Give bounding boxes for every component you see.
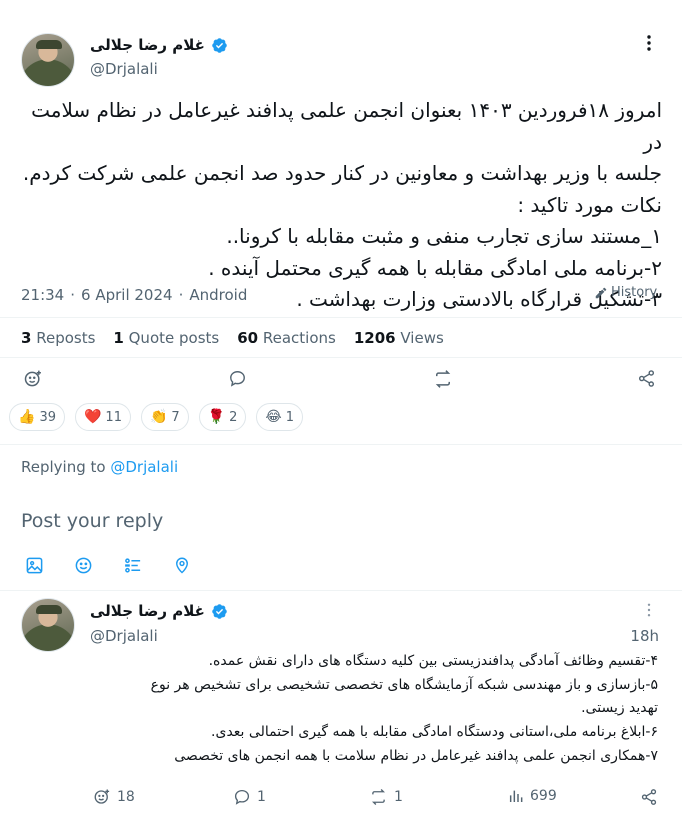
reply-line: ۶-ابلاغ برنامه ملی،استانی ودستگاه امادگی… xyxy=(211,724,658,741)
reply-line: تهدید زیستی. xyxy=(581,700,658,717)
more-options-icon[interactable] xyxy=(641,602,657,618)
rose-emoji: 🌹 xyxy=(207,409,226,425)
views-chart-icon xyxy=(509,790,523,802)
replying-to-label: Replying to xyxy=(21,458,106,476)
quotes-stat[interactable]: 1 Quote posts xyxy=(113,329,219,347)
reply-comment-button[interactable]: 1 xyxy=(233,788,266,806)
reply-line: ۷-همکاری انجمن علمی پدافند غیرعامل در نظ… xyxy=(174,747,658,764)
verified-badge-icon xyxy=(212,37,227,53)
repost-icon xyxy=(371,789,386,805)
reaction-chip-clap[interactable]: 👏 7 xyxy=(140,403,189,431)
tweet-line: ۱_مستند سازی تجارب منفی و مثبت مقابله با… xyxy=(226,224,662,248)
image-icon[interactable] xyxy=(25,556,44,575)
verified-badge-icon xyxy=(212,603,227,619)
emoji-icon[interactable] xyxy=(74,556,93,575)
reaction-count: 2 xyxy=(229,409,238,425)
tweet-stats: 3 Reposts 1 Quote posts 60 Reactions 120… xyxy=(21,329,444,347)
replying-to-handle[interactable]: @Drjalali xyxy=(110,458,178,476)
author-name[interactable]: غلام رضا جلالی xyxy=(90,36,205,54)
views-count: 1206 xyxy=(353,329,396,347)
reposts-count: 3 xyxy=(21,329,32,347)
add-reaction-icon xyxy=(94,789,110,804)
tweet-line: نکات مورد تاکید : xyxy=(517,192,662,217)
author-name-row: غلام رضا جلالی xyxy=(90,602,228,620)
reactions-label: Reactions xyxy=(262,329,336,347)
reply-repost-button[interactable]: 1 xyxy=(369,788,403,806)
tweet-line: جلسه با وزیر بهداشت و معاونین در کنار حد… xyxy=(22,161,662,185)
divider xyxy=(0,590,682,591)
reaction-chip-thumbs-up[interactable]: 👍 39 xyxy=(9,403,65,431)
replying-to: Replying to @Drjalali xyxy=(21,458,178,476)
tweet-client: Android xyxy=(189,286,248,304)
reply-views-count: 699 xyxy=(530,788,557,804)
quotes-count: 1 xyxy=(113,329,124,347)
clap-emoji: 👏 xyxy=(149,409,168,425)
reply-reactions-button[interactable]: 18 xyxy=(93,788,135,806)
reply-line: ۴-تقسیم وظائف آمادگی پدافندزیستی بین کلی… xyxy=(208,653,658,669)
reply-icon[interactable] xyxy=(228,369,247,388)
meta-separator: · xyxy=(178,286,184,304)
views-stat: 1206 Views xyxy=(354,329,444,347)
share-icon[interactable] xyxy=(637,369,656,388)
reaction-count: 11 xyxy=(105,409,122,425)
reactions-stat[interactable]: 60 Reactions xyxy=(237,329,336,347)
reply-reposts-count: 1 xyxy=(394,789,403,805)
more-options-icon[interactable] xyxy=(639,34,659,52)
reactions-count: 60 xyxy=(237,329,259,347)
location-icon[interactable] xyxy=(173,555,191,575)
thumbs-up-emoji: 👍 xyxy=(18,409,36,425)
reposts-label: Reposts xyxy=(36,329,96,347)
meta-separator: · xyxy=(70,286,76,304)
author-name[interactable]: غلام رضا جلالی xyxy=(90,602,205,620)
quotes-label: Quote posts xyxy=(128,329,220,347)
reaction-count: 1 xyxy=(285,409,295,425)
reply-reactions-count: 18 xyxy=(117,789,135,805)
poll-icon[interactable] xyxy=(123,556,143,575)
share-icon[interactable] xyxy=(640,788,658,806)
divider xyxy=(0,357,682,358)
reply-icon xyxy=(234,789,250,805)
avatar[interactable] xyxy=(21,598,75,652)
author-handle[interactable]: @Drjalali xyxy=(90,60,158,78)
reply-views-button[interactable]: 699 xyxy=(508,788,557,804)
add-reaction-icon[interactable] xyxy=(23,369,43,389)
author-handle[interactable]: @Drjalali xyxy=(90,627,158,645)
tweet-meta: 21:34 · 6 April 2024 · Android xyxy=(21,286,247,304)
reply-line: ۵-بازسازی و باز مهندسی شبکه آزمایشگاه ها… xyxy=(150,676,658,693)
reply-input[interactable]: Post your reply xyxy=(21,510,661,532)
reaction-chip-laugh[interactable]: 😂 1 xyxy=(256,403,304,431)
repost-icon[interactable] xyxy=(433,369,453,389)
history-link[interactable]: History xyxy=(594,285,657,300)
reaction-count: 39 xyxy=(39,409,56,425)
views-label: Views xyxy=(400,329,444,347)
avatar[interactable] xyxy=(21,33,75,87)
reposts-stat[interactable]: 3 Reposts xyxy=(21,329,95,347)
reaction-chips: 👍 39 ❤️ 11 👏 7 🌹 2 😂 1 xyxy=(9,403,313,431)
laugh-emoji: 😂 xyxy=(265,409,282,425)
tweet-line: ۲-برنامه ملی امادگی مقابله با همه گیری م… xyxy=(208,255,662,280)
reaction-chip-heart[interactable]: ❤️ 11 xyxy=(74,403,131,431)
tweet-time[interactable]: 21:34 xyxy=(21,286,64,304)
reply-text: ۴-تقسیم وظائف آمادگی پدافندزیستی بین کلی… xyxy=(90,650,658,769)
tweet-date[interactable]: 6 April 2024 xyxy=(81,286,173,304)
reaction-count: 7 xyxy=(171,409,180,425)
reaction-chip-rose[interactable]: 🌹 2 xyxy=(198,403,247,431)
reply-time[interactable]: 18h xyxy=(630,627,659,645)
divider xyxy=(0,317,682,318)
tweet-line: امروز ۱۸فروردین ۱۴۰۳ بعنوان انجمن علمی پ… xyxy=(31,98,662,154)
tweet-text: امروز ۱۸فروردین ۱۴۰۳ بعنوان انجمن علمی پ… xyxy=(14,95,662,316)
author-name-row: غلام رضا جلالی xyxy=(90,36,228,54)
history-label: History xyxy=(611,285,658,300)
heart-emoji: ❤️ xyxy=(83,409,102,425)
divider xyxy=(0,444,682,445)
reply-comments-count: 1 xyxy=(257,789,266,805)
pencil-icon xyxy=(595,287,607,298)
